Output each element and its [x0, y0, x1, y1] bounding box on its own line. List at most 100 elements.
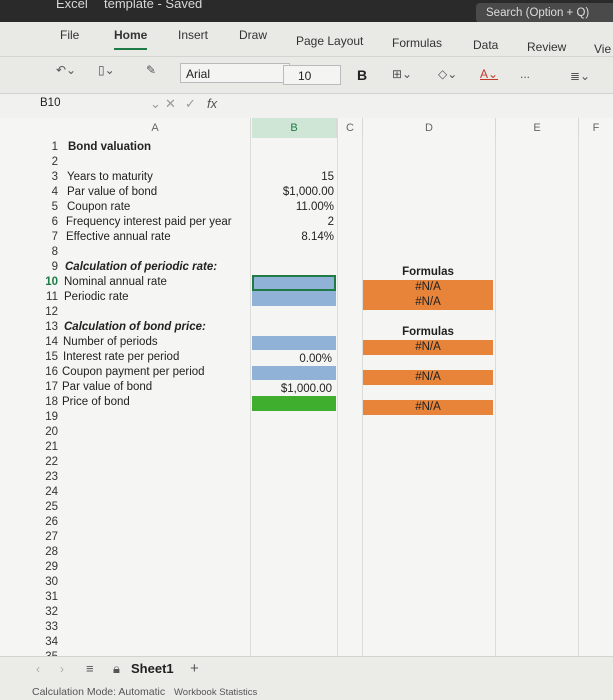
row-header[interactable]: 3 — [26, 170, 58, 185]
row-header[interactable]: 31 — [26, 590, 58, 605]
row-header[interactable]: 30 — [26, 575, 58, 590]
row-header[interactable]: 11 — [26, 290, 58, 305]
input-cell-b11[interactable] — [252, 291, 336, 306]
row-header[interactable]: 21 — [26, 440, 58, 455]
function-icon[interactable]: fx — [207, 96, 217, 111]
cell-d16[interactable]: #N/A — [363, 370, 493, 385]
cell-a11[interactable]: Periodic rate — [64, 290, 129, 305]
cell-a17[interactable]: Par value of bond — [62, 380, 152, 395]
row-header[interactable]: 33 — [26, 620, 58, 635]
cell-a6[interactable]: Frequency interest paid per year — [66, 215, 232, 230]
align-icon[interactable]: ≣⌄ — [570, 69, 590, 83]
cell-b17[interactable]: $1,000.00 — [252, 382, 332, 397]
row-header[interactable]: 23 — [26, 470, 58, 485]
more-button[interactable]: ... — [520, 67, 530, 81]
tab-file[interactable]: File — [60, 28, 79, 42]
add-sheet-button[interactable]: + — [190, 660, 199, 677]
tab-home[interactable]: Home — [114, 28, 148, 50]
input-cell-b16[interactable] — [252, 366, 336, 380]
sheet-menu-icon[interactable]: ≡ — [86, 661, 94, 676]
row-header[interactable]: 32 — [26, 605, 58, 620]
prev-sheet-icon[interactable]: ‹ — [36, 662, 40, 676]
cell-a7[interactable]: Effective annual rate — [66, 230, 171, 245]
font-size-select[interactable]: 10 — [283, 65, 341, 85]
row-header[interactable]: 18 — [26, 395, 58, 410]
row-header[interactable]: 16 — [26, 365, 58, 380]
selected-cell-b10[interactable] — [252, 275, 336, 291]
cell-b5[interactable]: 11.00% — [252, 200, 334, 215]
cell-b3[interactable]: 15 — [252, 170, 334, 185]
row-header[interactable]: 6 — [26, 215, 58, 230]
row-header[interactable]: 15 — [26, 350, 58, 365]
sheet-tab-sheet1[interactable]: Sheet1 — [131, 661, 174, 676]
row-header[interactable]: 8 — [26, 245, 58, 260]
row-header[interactable]: 9 — [26, 260, 58, 275]
row-header[interactable]: 13 — [26, 320, 58, 335]
row-header[interactable]: 7 — [26, 230, 58, 245]
row-header[interactable]: 12 — [26, 305, 58, 320]
cell-a14[interactable]: Number of periods — [63, 335, 158, 350]
cell-a18[interactable]: Price of bond — [62, 395, 130, 410]
row-header[interactable]: 34 — [26, 635, 58, 650]
tab-page-layout[interactable]: Page Layout — [296, 34, 363, 48]
clipboard-icon[interactable]: ▯⌄ — [98, 63, 115, 77]
cell-a5[interactable]: Coupon rate — [67, 200, 130, 215]
tab-draw[interactable]: Draw — [239, 28, 267, 42]
row-header[interactable]: 22 — [26, 455, 58, 470]
tab-insert[interactable]: Insert — [178, 28, 208, 42]
cell-a3[interactable]: Years to maturity — [67, 170, 153, 185]
fill-color-icon[interactable]: ◇⌄ — [438, 67, 457, 81]
format-painter-icon[interactable]: ✎ — [146, 63, 156, 77]
cell-a10[interactable]: Nominal annual rate — [64, 275, 167, 290]
name-box-dropdown-icon[interactable]: ⌄ — [150, 96, 161, 112]
tab-data[interactable]: Data — [473, 38, 498, 52]
row-header[interactable]: 2 — [26, 155, 58, 170]
row-header[interactable]: 26 — [26, 515, 58, 530]
column-header-c[interactable]: C — [338, 118, 363, 138]
cell-a13[interactable]: Calculation of bond price: — [64, 320, 206, 335]
column-header-b[interactable]: B — [252, 118, 337, 138]
cell-a4[interactable]: Par value of bond — [67, 185, 157, 200]
row-header[interactable]: 14 — [26, 335, 58, 350]
column-header-a[interactable]: A — [60, 118, 251, 138]
undo-icon[interactable]: ↶⌄ — [56, 63, 76, 77]
cell-a16[interactable]: Coupon payment per period — [62, 365, 205, 380]
row-header[interactable]: 5 — [26, 200, 58, 215]
font-name-select[interactable]: Arial — [180, 63, 290, 83]
row-header[interactable]: 27 — [26, 530, 58, 545]
cell-a1[interactable]: Bond valuation — [68, 140, 151, 155]
cell-b4[interactable]: $1,000.00 — [252, 185, 334, 200]
cell-a15[interactable]: Interest rate per period — [63, 350, 179, 365]
row-header[interactable]: 17 — [26, 380, 58, 395]
spreadsheet-grid[interactable]: A B C D E F 1 2 3 4 5 6 7 8 9 10 11 12 1… — [0, 118, 613, 656]
tab-view[interactable]: Vie — [594, 42, 611, 56]
tab-formulas[interactable]: Formulas — [392, 36, 442, 50]
row-header[interactable]: 10 — [26, 275, 58, 290]
row-header[interactable]: 25 — [26, 500, 58, 515]
cell-d11[interactable]: #N/A — [363, 295, 493, 310]
cell-a9[interactable]: Calculation of periodic rate: — [65, 260, 217, 275]
column-header-e[interactable]: E — [496, 118, 579, 138]
tab-review[interactable]: Review — [527, 40, 566, 54]
row-header[interactable]: 28 — [26, 545, 58, 560]
search-box[interactable]: Search (Option + Q) — [476, 3, 613, 23]
cell-d10[interactable]: #N/A — [363, 280, 493, 295]
output-cell-b18[interactable] — [252, 396, 336, 411]
cell-b15[interactable]: 0.00% — [252, 352, 332, 367]
enter-icon[interactable]: ✓ — [185, 96, 196, 112]
column-header-f[interactable]: F — [579, 118, 613, 138]
row-header[interactable]: 1 — [26, 140, 58, 155]
bold-button[interactable]: B — [357, 67, 367, 83]
row-header[interactable]: 24 — [26, 485, 58, 500]
cell-d9[interactable]: Formulas — [363, 265, 493, 280]
cell-d13[interactable]: Formulas — [363, 325, 493, 340]
row-header[interactable]: 19 — [26, 410, 58, 425]
row-header[interactable]: 29 — [26, 560, 58, 575]
borders-icon[interactable]: ⊞⌄ — [392, 67, 412, 81]
cancel-icon[interactable]: ✕ — [165, 96, 176, 112]
cell-d18[interactable]: #N/A — [363, 400, 493, 415]
font-color-icon[interactable]: A⌄ — [480, 67, 498, 81]
input-cell-b14[interactable] — [252, 336, 336, 350]
cell-b7[interactable]: 8.14% — [252, 230, 334, 245]
cell-b6[interactable]: 2 — [252, 215, 334, 230]
